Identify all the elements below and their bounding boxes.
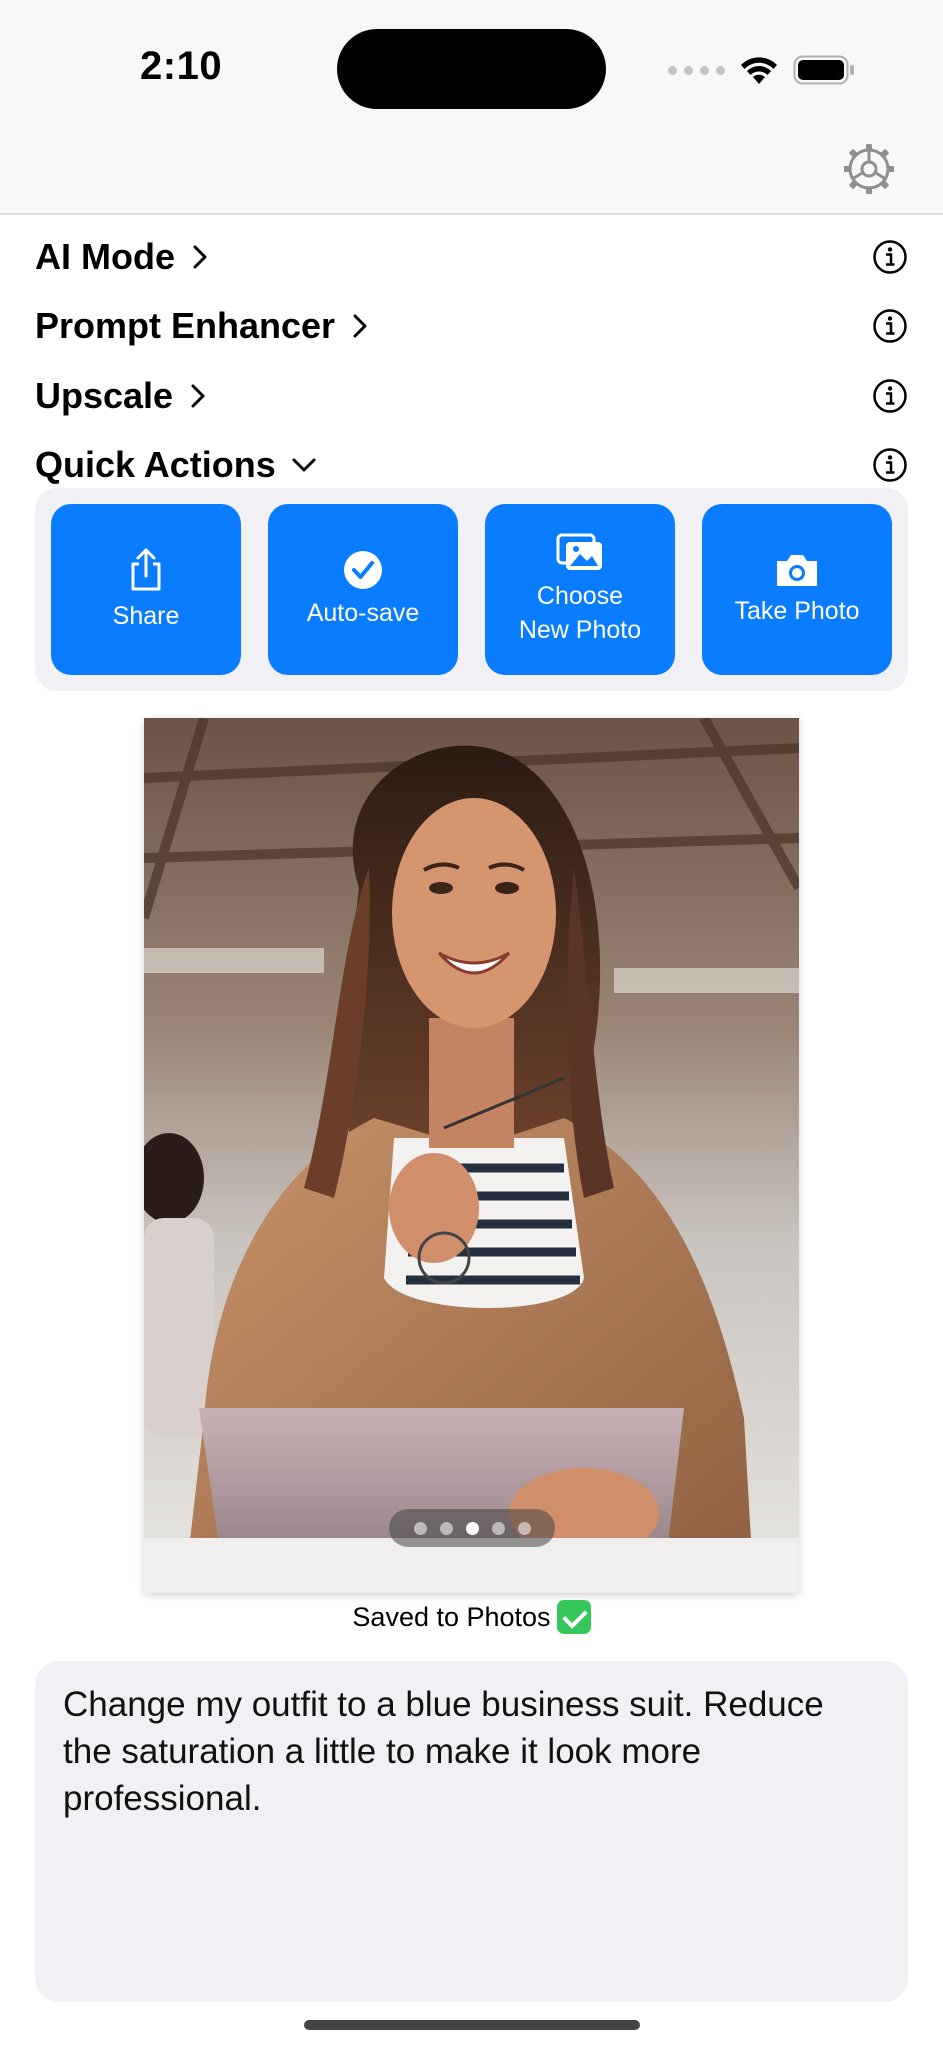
status-icons <box>668 48 855 92</box>
chevron-right-icon <box>193 245 207 269</box>
quick-actions-row[interactable]: Quick Actions <box>35 437 908 493</box>
generated-photo[interactable] <box>144 718 799 1593</box>
navigation-bar: 2:10 <box>0 0 943 215</box>
upscale-row[interactable]: Upscale <box>35 368 908 424</box>
auto-save-button[interactable]: Auto-save <box>268 504 458 675</box>
page-dot-active[interactable] <box>465 1521 479 1535</box>
quick-actions-label: Quick Actions <box>35 444 276 485</box>
upscale-label: Upscale <box>35 375 174 416</box>
page-dot[interactable] <box>517 1521 531 1535</box>
quick-actions-panel: Share Auto-save Choose New Photo Take Pho… <box>35 488 908 691</box>
share-label: Share <box>112 601 180 630</box>
ai-mode-label: AI Mode <box>35 236 175 277</box>
take-photo-label: Take Photo <box>734 596 860 625</box>
saved-status-text: Saved to Photos <box>352 1601 551 1632</box>
cellular-signal-icon <box>668 65 725 75</box>
portrait-image <box>144 718 799 1593</box>
home-indicator[interactable] <box>304 2020 640 2030</box>
page-dot[interactable] <box>439 1521 453 1535</box>
prompt-enhancer-row[interactable]: Prompt Enhancer <box>35 298 908 354</box>
prompt-input[interactable]: Change my outfit to a blue business suit… <box>35 1661 908 2002</box>
info-icon[interactable] <box>872 447 908 483</box>
chevron-down-icon <box>292 458 316 472</box>
battery-icon <box>793 55 854 85</box>
prompt-text[interactable]: Change my outfit to a blue business suit… <box>63 1681 880 1822</box>
auto-save-label: Auto-save <box>306 598 420 627</box>
checkmark-circle-icon <box>344 550 382 589</box>
info-icon[interactable] <box>872 308 908 344</box>
chevron-right-icon <box>353 314 367 338</box>
page-indicator[interactable] <box>389 1509 555 1547</box>
take-photo-button[interactable]: Take Photo <box>702 504 892 675</box>
page-dot[interactable] <box>413 1521 427 1535</box>
share-button[interactable]: Share <box>51 504 241 675</box>
wifi-icon <box>741 57 777 84</box>
page-dot[interactable] <box>491 1521 505 1535</box>
check-mark-emoji-icon <box>556 1600 591 1634</box>
photo-stack-icon <box>556 533 602 570</box>
saved-status: Saved to Photos <box>0 1600 943 1634</box>
ai-mode-row[interactable]: AI Mode <box>35 229 908 285</box>
status-time: 2:10 <box>140 44 223 88</box>
prompt-enhancer-label: Prompt Enhancer <box>35 305 336 346</box>
choose-new-photo-label: Choose New Photo <box>518 581 642 644</box>
choose-new-photo-button[interactable]: Choose New Photo <box>485 504 675 675</box>
camera-icon <box>777 554 817 586</box>
info-icon[interactable] <box>872 378 908 414</box>
dynamic-island <box>337 29 606 109</box>
gear-icon[interactable] <box>843 143 895 195</box>
share-icon <box>131 548 161 590</box>
info-icon[interactable] <box>872 239 908 275</box>
chevron-right-icon <box>191 384 205 408</box>
